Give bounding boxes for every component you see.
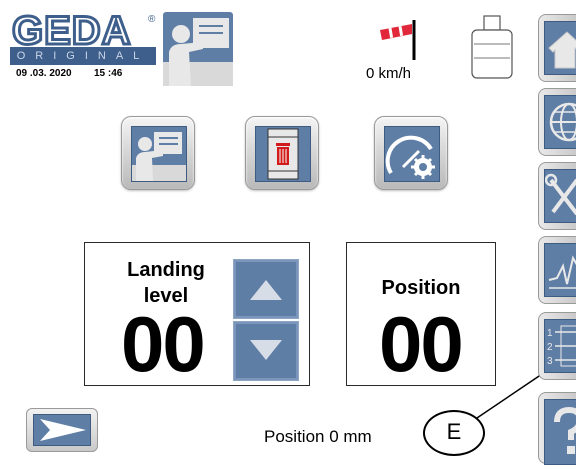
callout-leader-line <box>473 365 556 421</box>
sidebar-diagnostics-button[interactable] <box>538 236 576 304</box>
sidebar-service-button[interactable] <box>538 162 576 230</box>
globe-icon <box>549 102 576 142</box>
sidebar-home-button[interactable] <box>538 14 576 82</box>
callout-label: E <box>446 419 462 444</box>
home-icon <box>548 31 576 69</box>
svg-text:2: 2 <box>547 342 553 353</box>
help-icon <box>554 406 576 454</box>
svg-text:3: 3 <box>547 356 553 367</box>
floor-list-icon: 1 2 3 <box>547 325 576 367</box>
sidebar-floors-button[interactable]: 1 2 3 <box>538 312 576 380</box>
sidebar-language-button[interactable] <box>538 88 576 156</box>
tools-icon <box>544 173 576 216</box>
sidebar-help-button[interactable] <box>538 392 576 465</box>
svg-text:1: 1 <box>547 328 553 339</box>
chart-icon <box>548 255 576 289</box>
